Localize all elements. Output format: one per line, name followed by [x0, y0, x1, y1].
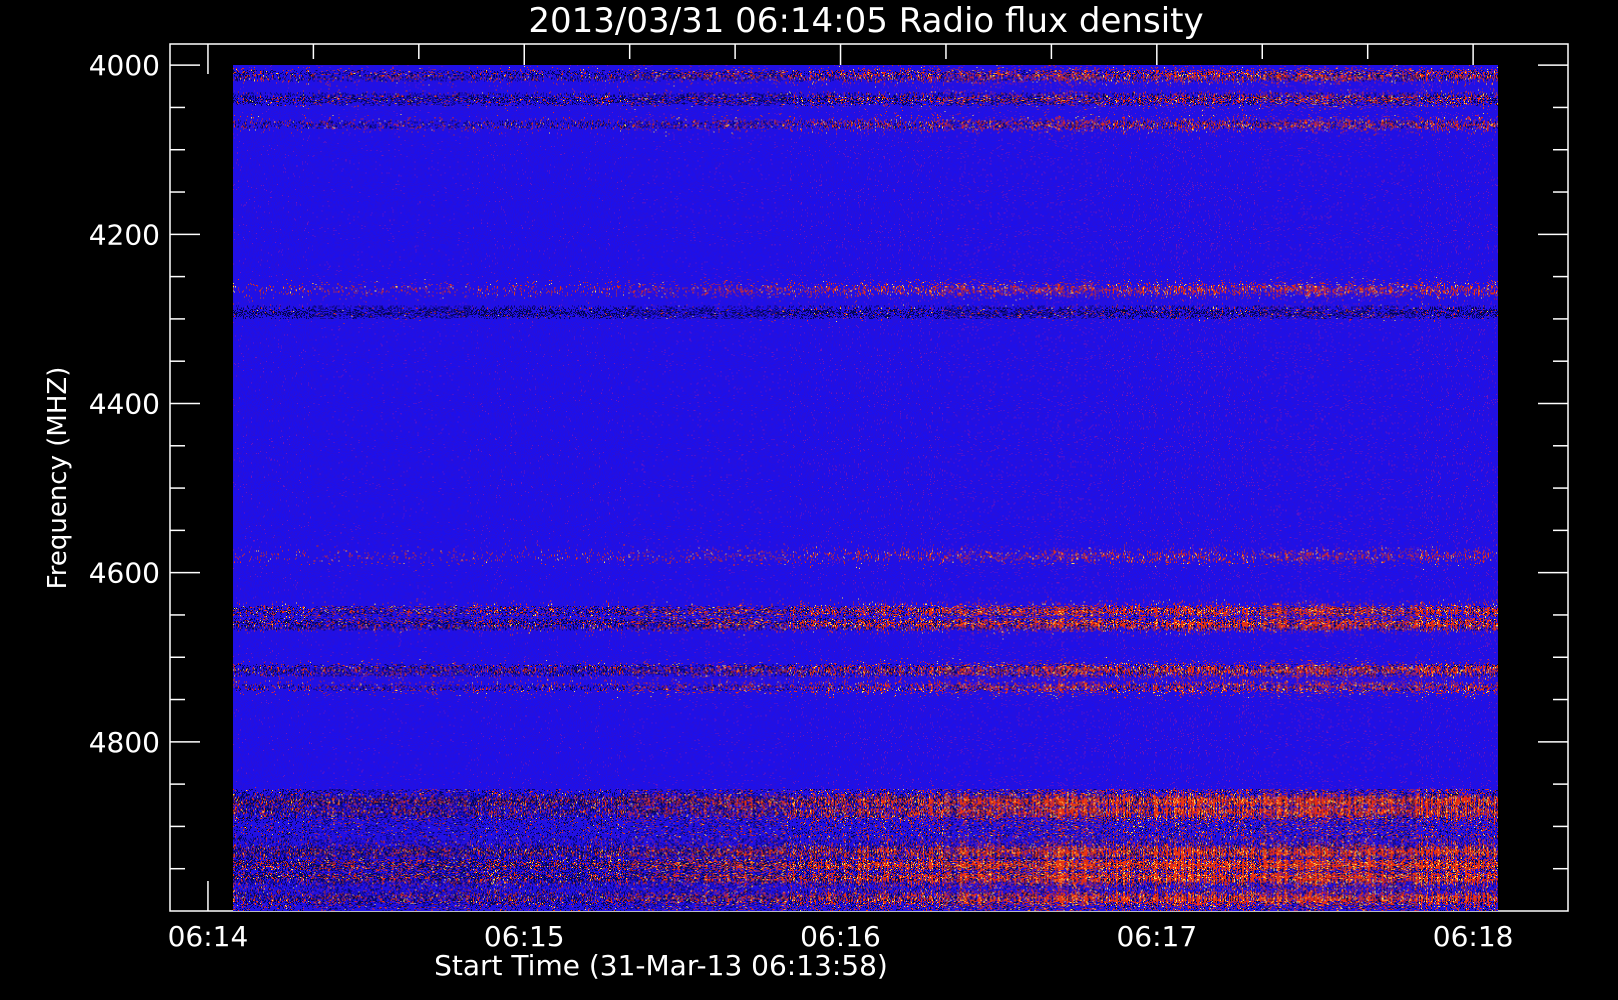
- y-axis-label: Frequency (MHZ): [43, 367, 73, 590]
- x-tick-label: 06:17: [1116, 920, 1197, 953]
- y-tick-label: 4600: [89, 557, 160, 590]
- heatmap-image: [233, 65, 1499, 911]
- x-tick-label: 06:14: [168, 920, 249, 953]
- y-tick-label: 4200: [89, 218, 160, 251]
- x-tick-label: 06:18: [1433, 920, 1514, 953]
- y-tick-label: 4800: [89, 726, 160, 759]
- y-tick-label: 4400: [89, 387, 160, 420]
- chart-title: 2013/03/31 06:14:05 Radio flux density: [528, 1, 1203, 41]
- y-tick-label: 4000: [89, 49, 160, 82]
- x-axis-label: Start Time (31-Mar-13 06:13:58): [434, 949, 888, 982]
